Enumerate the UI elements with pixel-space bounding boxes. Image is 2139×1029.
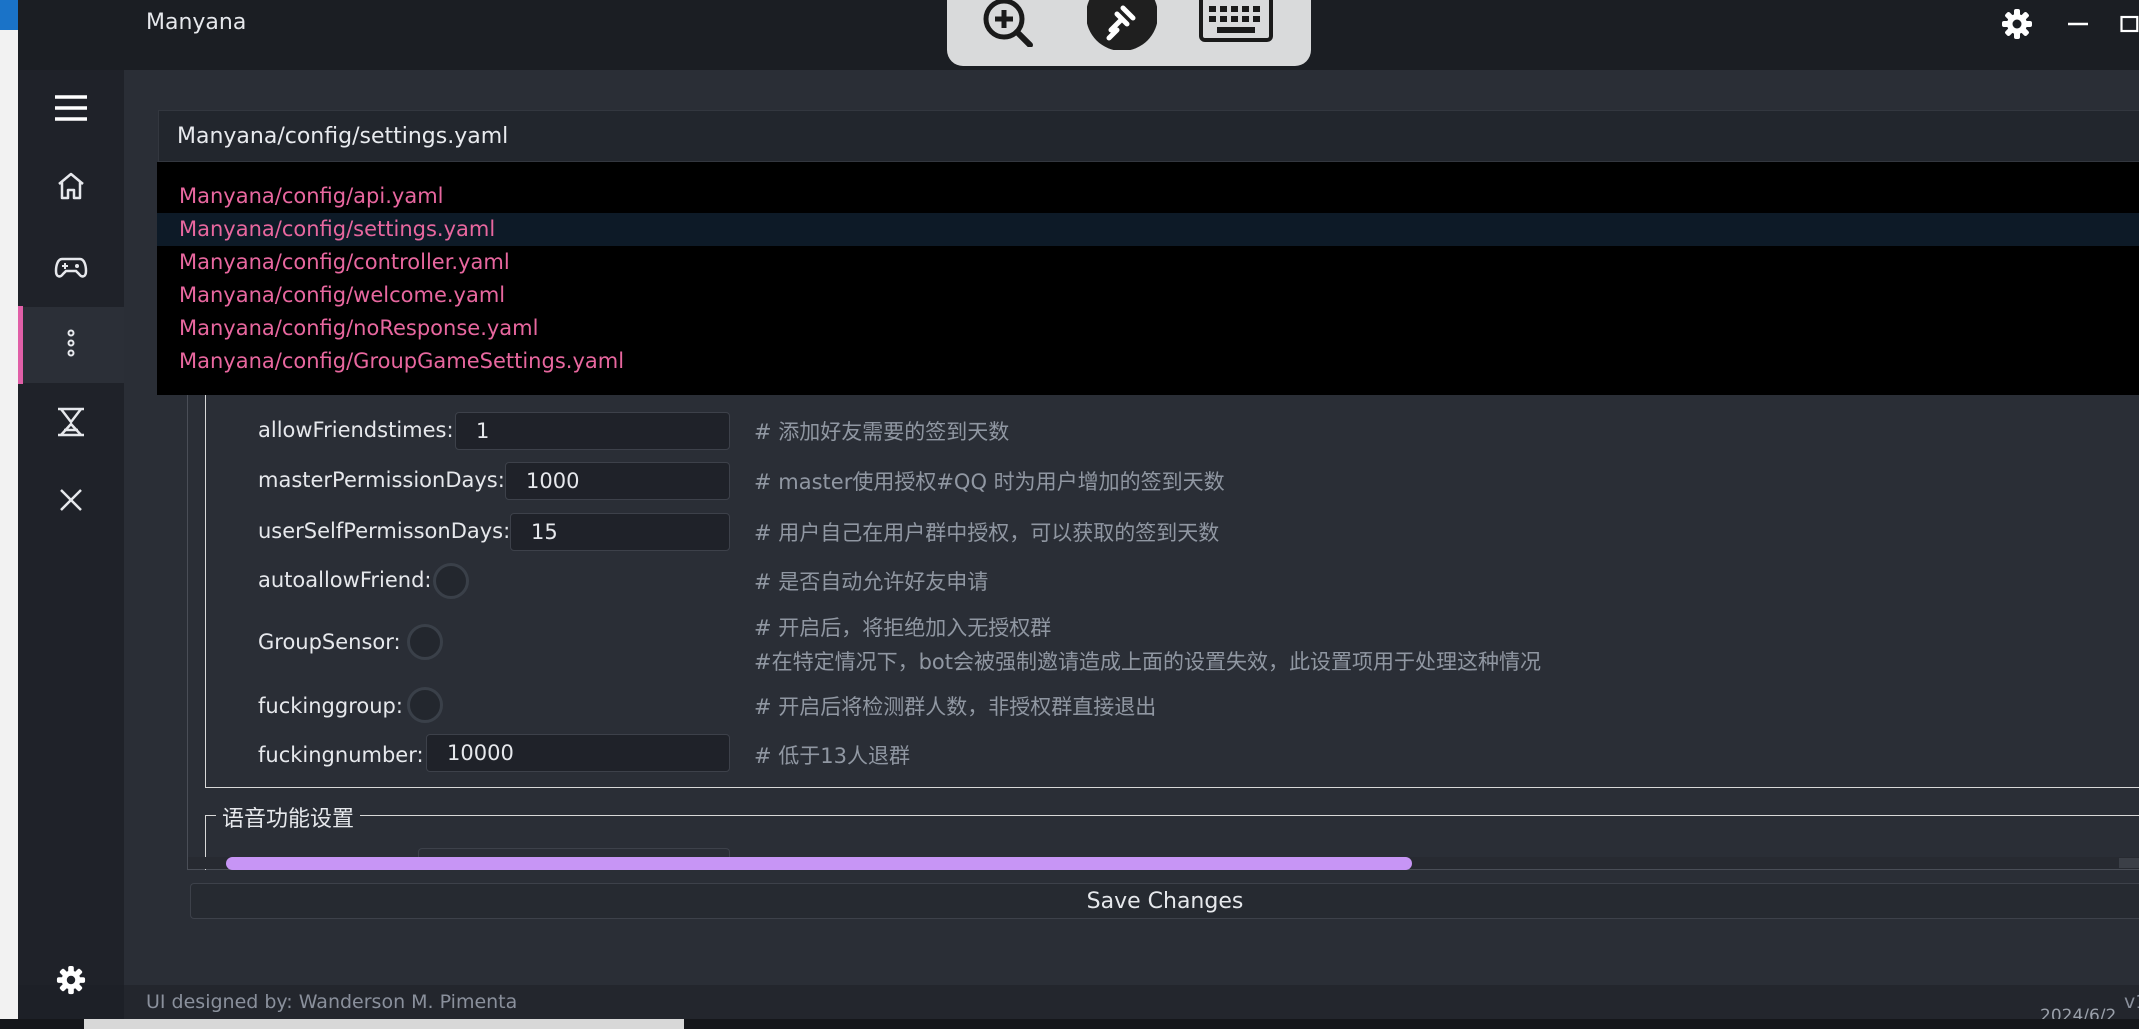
more-vertical-icon	[65, 328, 77, 362]
field-comment: # 添加好友需要的签到天数	[754, 420, 1010, 444]
zoom-in-icon[interactable]	[975, 0, 1041, 47]
allow-friends-times-input[interactable]: 1	[455, 412, 730, 450]
app-title: Manyana	[146, 10, 247, 35]
master-permission-days-input[interactable]: 1000	[505, 462, 730, 500]
desktop-edge	[0, 0, 18, 1029]
dropdown-option[interactable]: Manyana/config/noResponse.yaml	[157, 312, 2139, 345]
gear-icon	[56, 965, 86, 999]
field-label: autoallowFriend:	[258, 568, 432, 592]
sidebar-item-game[interactable]	[18, 230, 124, 306]
field-comment: # 用户自己在用户群中授权，可以获取的签到天数	[754, 521, 1220, 545]
gear-icon[interactable]	[1998, 6, 2036, 42]
dropdown-option[interactable]: Manyana/config/welcome.yaml	[157, 279, 2139, 312]
user-self-permission-days-input[interactable]: 15	[510, 513, 730, 551]
hamburger-icon	[53, 93, 89, 127]
home-icon	[55, 170, 87, 206]
sidebar-item-menu[interactable]	[18, 72, 124, 148]
dropdown-option[interactable]: Manyana/config/api.yaml	[157, 180, 2139, 213]
fucking-number-input[interactable]: 10000	[426, 734, 730, 772]
field-label: masterPermissionDays:	[258, 468, 505, 492]
voice-field-partial	[418, 848, 730, 857]
save-changes-button[interactable]: Save Changes	[190, 883, 2139, 919]
field-comment: # 开启后，将拒绝加入无授权群	[754, 616, 1052, 640]
hourglass-icon	[56, 406, 86, 442]
field-label: userSelfPermissonDays:	[258, 519, 511, 543]
keyboard-icon[interactable]	[1197, 0, 1275, 46]
config-file-dropdown: Manyana/config/api.yaml Manyana/config/s…	[157, 162, 2139, 395]
sidebar-item-save[interactable]	[18, 386, 124, 462]
dropdown-option-selected[interactable]: Manyana/config/settings.yaml	[157, 213, 2139, 246]
field-label: allowFriendstimes:	[258, 418, 454, 442]
sidebar-settings-button[interactable]	[18, 945, 124, 1019]
sidebar-item-more[interactable]	[18, 307, 124, 383]
group-sensor-toggle[interactable]	[407, 624, 443, 660]
desktop-edge-accent	[0, 0, 18, 30]
field-comment: # 低于13人退群	[754, 744, 910, 768]
credit-text: UI designed by: Wanderson M. Pimenta	[146, 991, 518, 1013]
close-icon	[58, 487, 84, 517]
field-label: fuckinggroup:	[258, 694, 403, 718]
gamepad-icon	[54, 251, 88, 285]
field-comment: # 是否自动允许好友申请	[754, 570, 989, 594]
voice-section-title: 语音功能设置	[216, 801, 361, 833]
field-label: fuckingnumber:	[258, 743, 424, 767]
scrollbar-end	[2119, 858, 2139, 868]
voice-section-border	[205, 815, 2139, 816]
maximize-icon[interactable]	[2118, 6, 2139, 42]
remote-connect-icon[interactable]	[1087, 0, 1157, 50]
field-comment: # 开启后将检测群人数，非授权群直接退出	[754, 695, 1157, 719]
remote-toolbar	[947, 0, 1311, 66]
auto-allow-friend-toggle[interactable]	[433, 563, 469, 599]
field-label: GroupSensor:	[258, 630, 401, 654]
taskbar-edge-light	[84, 1019, 684, 1029]
dropdown-option[interactable]: Manyana/config/controller.yaml	[157, 246, 2139, 279]
field-comment: # master使用授权#QQ 时为用户增加的签到天数	[754, 470, 1225, 494]
sidebar-item-home[interactable]	[18, 150, 124, 226]
active-indicator	[18, 306, 23, 384]
dropdown-option[interactable]: Manyana/config/GroupGameSettings.yaml	[157, 345, 2139, 378]
version-text: v1	[2124, 991, 2139, 1013]
field-comment-secondary: #在特定情况下，bot会被强制邀请造成上面的设置失效，此设置项用于处理这种情况	[754, 650, 1542, 674]
fucking-group-toggle[interactable]	[407, 687, 443, 723]
minimize-icon[interactable]	[2060, 6, 2096, 42]
config-file-select[interactable]: Manyana/config/settings.yaml	[158, 110, 2139, 162]
taskbar-date: 2024/6/2	[2040, 1008, 2117, 1019]
horizontal-scrollbar-thumb[interactable]	[226, 857, 1412, 870]
sidebar-item-close[interactable]	[18, 464, 124, 540]
